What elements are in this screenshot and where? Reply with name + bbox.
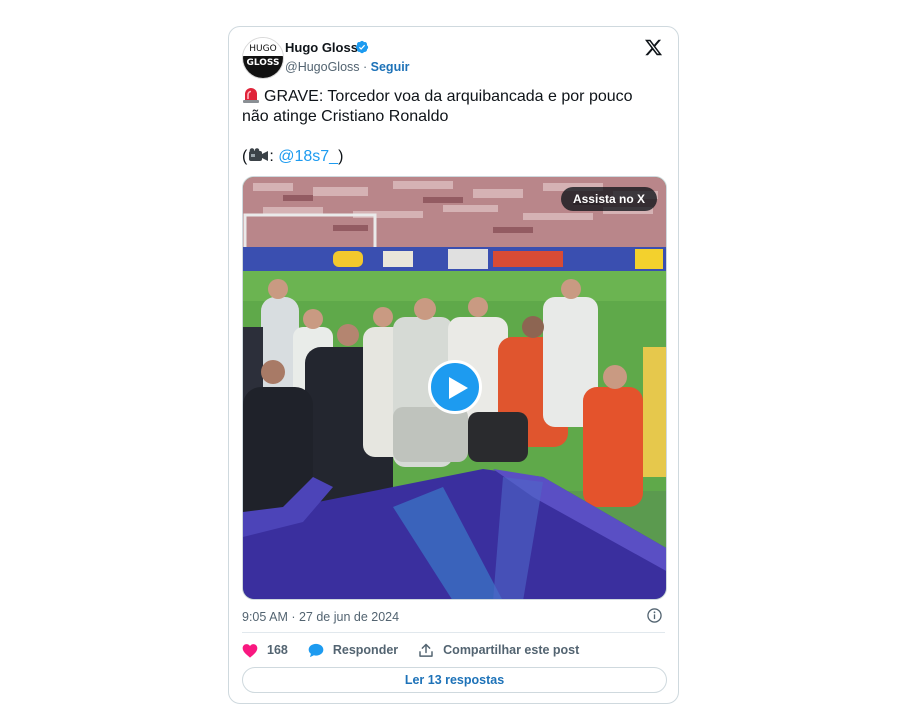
handle-separator: · <box>359 60 371 74</box>
share-button[interactable]: Compartilhar este post <box>418 643 579 658</box>
share-upload-icon <box>419 643 433 657</box>
post-credit-line: ( : @18s7_) <box>242 147 662 167</box>
watch-on-x-button[interactable]: Assista no X <box>560 187 657 211</box>
video-player[interactable]: Assista no X <box>242 176 667 600</box>
credit-mention-link[interactable]: @18s7_ <box>278 148 338 165</box>
like-count: 168 <box>267 643 288 657</box>
play-icon <box>449 377 468 399</box>
divider <box>242 632 665 633</box>
post-text-line-2: não atinge Cristiano Ronaldo <box>242 108 449 125</box>
embedded-post-card: HUGO GLOSS Hugo Gloss @HugoGloss · Segui… <box>228 26 679 704</box>
heart-icon <box>242 643 258 658</box>
verified-badge-icon <box>355 40 369 54</box>
read-replies-button[interactable]: Ler 13 respostas <box>242 667 667 693</box>
follow-button[interactable]: Seguir <box>371 60 410 74</box>
info-icon[interactable] <box>647 608 662 623</box>
credit-colon: : <box>269 148 279 165</box>
play-button[interactable] <box>428 360 482 414</box>
like-button[interactable]: 168 <box>242 643 288 658</box>
avatar[interactable]: HUGO GLOSS <box>242 37 284 79</box>
handle-line: @HugoGloss · Seguir <box>285 60 410 74</box>
post-timestamp[interactable]: 9:05 AM · 27 de jun de 2024 <box>242 610 399 624</box>
author-handle[interactable]: @HugoGloss <box>285 60 360 74</box>
siren-emoji-icon <box>243 88 259 103</box>
avatar-text-top: HUGO <box>243 38 283 56</box>
credit-close-paren: ) <box>338 148 344 165</box>
reply-bubble-icon <box>308 643 324 657</box>
share-label: Compartilhar este post <box>443 643 580 657</box>
reply-button[interactable]: Responder <box>308 643 398 658</box>
avatar-text-bottom: GLOSS <box>243 56 283 78</box>
video-camera-emoji-icon <box>249 148 269 161</box>
author-name[interactable]: Hugo Gloss <box>285 40 358 55</box>
post-text-line-1: GRAVE: Torcedor voa da arquibancada e po… <box>242 86 662 107</box>
reply-label: Responder <box>332 643 399 657</box>
x-logo-icon[interactable] <box>644 38 663 57</box>
post-text-headline: GRAVE: Torcedor voa da arquibancada e po… <box>264 88 633 105</box>
action-bar: 168 Responder Compartilhar este post <box>242 640 599 660</box>
post-text: GRAVE: Torcedor voa da arquibancada e po… <box>242 86 662 167</box>
